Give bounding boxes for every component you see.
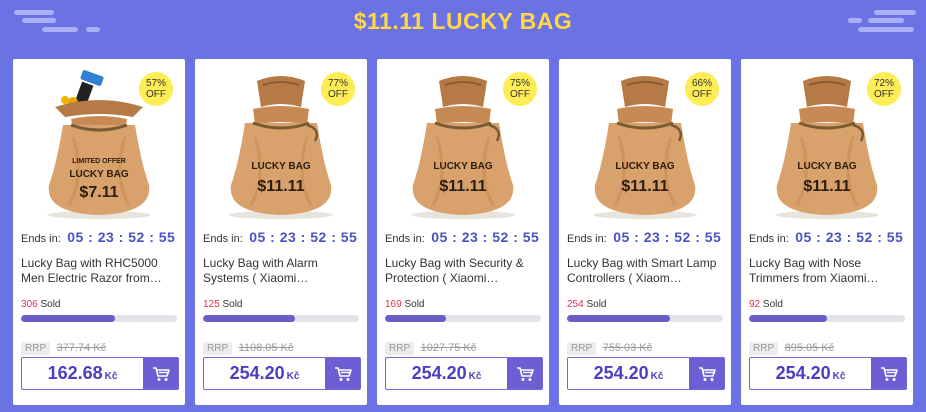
- svg-text:LUCKY BAG: LUCKY BAG: [615, 161, 674, 172]
- countdown-timer: 05 : 23 : 52 : 55: [795, 229, 904, 245]
- add-to-cart-button[interactable]: [871, 358, 906, 389]
- svg-text:LIMITED OFFER: LIMITED OFFER: [72, 158, 126, 165]
- add-to-cart-button[interactable]: [507, 358, 542, 389]
- product-name[interactable]: Lucky Bag with Nose Trimmers from Xiaomi…: [749, 256, 905, 290]
- discount-badge: 72% OFF: [867, 72, 901, 106]
- product-list: LIMITED OFFER LUCKY BAG $7.11 57% OFF En…: [13, 59, 917, 405]
- countdown: Ends in: 05 : 23 : 52 : 55: [21, 229, 175, 247]
- shopping-cart-icon: [334, 366, 352, 381]
- sold-progress-fill: [567, 315, 670, 322]
- add-to-cart-button[interactable]: [689, 358, 724, 389]
- product-image[interactable]: LUCKY BAG $11.11 75% OFF: [385, 67, 541, 223]
- countdown-timer: 05 : 23 : 52 : 55: [67, 229, 176, 245]
- shopping-cart-icon: [880, 366, 898, 381]
- buy-box: 254.20 Kč: [203, 357, 361, 390]
- countdown: Ends in: 05 : 23 : 52 : 55: [385, 229, 539, 247]
- svg-text:LUCKY BAG: LUCKY BAG: [69, 169, 128, 180]
- buy-box: 254.20 Kč: [567, 357, 725, 390]
- sold-progress-fill: [385, 315, 446, 322]
- shopping-cart-icon: [516, 366, 534, 381]
- shopping-cart-icon: [152, 366, 170, 381]
- sold-count: 254 Sold: [567, 299, 607, 310]
- sold-progress-fill: [203, 315, 296, 322]
- svg-text:$7.11: $7.11: [79, 184, 118, 201]
- svg-text:LUCKY BAG: LUCKY BAG: [797, 161, 856, 172]
- countdown: Ends in: 05 : 23 : 52 : 55: [749, 229, 903, 247]
- svg-text:$11.11: $11.11: [621, 178, 668, 195]
- sale-price[interactable]: 254.20 Kč: [204, 358, 325, 389]
- svg-text:$11.11: $11.11: [439, 178, 486, 195]
- page-title: $11.11 LUCKY BAG: [353, 8, 573, 34]
- discount-badge: 57% OFF: [139, 72, 173, 106]
- product-card[interactable]: LIMITED OFFER LUCKY BAG $7.11 57% OFF En…: [13, 59, 185, 405]
- countdown-timer: 05 : 23 : 52 : 55: [431, 229, 540, 245]
- add-to-cart-button[interactable]: [143, 358, 178, 389]
- buy-box: 254.20 Kč: [385, 357, 543, 390]
- product-name[interactable]: Lucky Bag with Smart Lamp Controllers ( …: [567, 256, 723, 290]
- sold-count: 306 Sold: [21, 299, 61, 310]
- countdown-label: Ends in:: [385, 233, 425, 245]
- countdown: Ends in: 05 : 23 : 52 : 55: [567, 229, 721, 247]
- product-image[interactable]: LUCKY BAG $11.11 77% OFF: [203, 67, 359, 223]
- product-card[interactable]: LUCKY BAG $11.11 72% OFF Ends in: 05 : 2…: [741, 59, 913, 405]
- countdown-timer: 05 : 23 : 52 : 55: [613, 229, 722, 245]
- svg-text:$11.11: $11.11: [257, 178, 304, 195]
- sold-count: 125 Sold: [203, 299, 243, 310]
- buy-box: 254.20 Kč: [749, 357, 907, 390]
- product-name[interactable]: Lucky Bag with RHC5000 Men Electric Razo…: [21, 256, 177, 290]
- sale-price[interactable]: 254.20 Kč: [386, 358, 507, 389]
- countdown-timer: 05 : 23 : 52 : 55: [249, 229, 358, 245]
- sale-price[interactable]: 254.20 Kč: [750, 358, 871, 389]
- product-name[interactable]: Lucky Bag with Alarm Systems ( Xiaomi…: [203, 256, 359, 290]
- product-name[interactable]: Lucky Bag with Security & Protection ( X…: [385, 256, 541, 290]
- rrp-price: RRP 755.03 Kč: [567, 338, 652, 356]
- sold-progress-fill: [21, 315, 115, 322]
- discount-badge: 75% OFF: [503, 72, 537, 106]
- sold-progress-bar: [749, 315, 905, 322]
- product-card[interactable]: LUCKY BAG $11.11 66% OFF Ends in: 05 : 2…: [559, 59, 731, 405]
- product-image[interactable]: LUCKY BAG $11.11 66% OFF: [567, 67, 723, 223]
- add-to-cart-button[interactable]: [325, 358, 360, 389]
- banner-header: $11.11 LUCKY BAG: [0, 0, 926, 50]
- sold-progress-bar: [385, 315, 541, 322]
- buy-box: 162.68 Kč: [21, 357, 179, 390]
- rrp-price: RRP 1108.05 Kč: [203, 338, 293, 356]
- countdown-label: Ends in:: [21, 233, 61, 245]
- sold-progress-fill: [749, 315, 827, 322]
- countdown: Ends in: 05 : 23 : 52 : 55: [203, 229, 357, 247]
- rrp-price: RRP 1027.75 Kč: [385, 338, 476, 356]
- svg-text:LUCKY BAG: LUCKY BAG: [251, 161, 310, 172]
- product-card[interactable]: LUCKY BAG $11.11 77% OFF Ends in: 05 : 2…: [195, 59, 367, 405]
- rrp-price: RRP 377.74 Kč: [21, 338, 106, 356]
- svg-text:$11.11: $11.11: [803, 178, 850, 195]
- rrp-price: RRP 895.05 Kč: [749, 338, 834, 356]
- product-card[interactable]: LUCKY BAG $11.11 75% OFF Ends in: 05 : 2…: [377, 59, 549, 405]
- sold-count: 169 Sold: [385, 299, 425, 310]
- shopping-cart-icon: [698, 366, 716, 381]
- product-image[interactable]: LIMITED OFFER LUCKY BAG $7.11 57% OFF: [21, 67, 177, 223]
- sale-price[interactable]: 162.68 Kč: [22, 358, 143, 389]
- sold-progress-bar: [21, 315, 177, 322]
- discount-badge: 66% OFF: [685, 72, 719, 106]
- svg-text:LUCKY BAG: LUCKY BAG: [433, 161, 492, 172]
- sold-count: 92 Sold: [749, 299, 783, 310]
- discount-badge: 77% OFF: [321, 72, 355, 106]
- sold-progress-bar: [567, 315, 723, 322]
- sold-progress-bar: [203, 315, 359, 322]
- product-image[interactable]: LUCKY BAG $11.11 72% OFF: [749, 67, 905, 223]
- countdown-label: Ends in:: [203, 233, 243, 245]
- countdown-label: Ends in:: [567, 233, 607, 245]
- countdown-label: Ends in:: [749, 233, 789, 245]
- sale-price[interactable]: 254.20 Kč: [568, 358, 689, 389]
